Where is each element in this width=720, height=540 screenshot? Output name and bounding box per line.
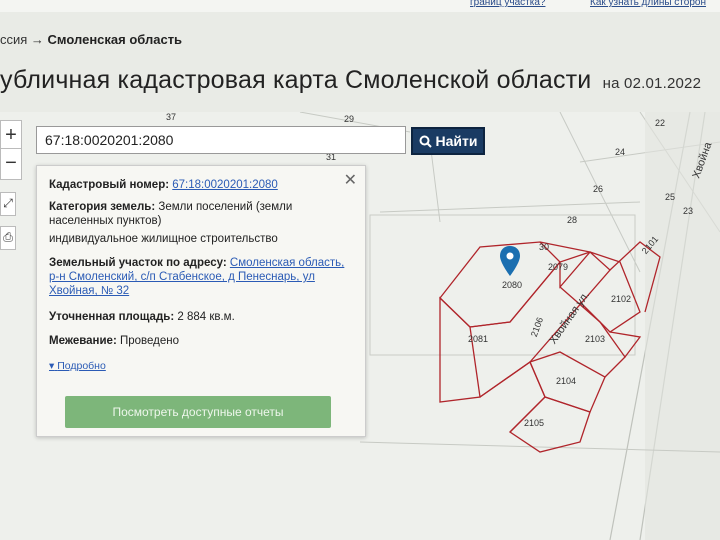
breadcrumb-prefix[interactable]: ссия → (0, 32, 44, 47)
search-icon (419, 135, 432, 148)
land-use-value: индивидуальное жилищное строительство (49, 233, 278, 245)
land-category-label: Категория земель: (49, 201, 156, 213)
plot-label-2079: 2079 (548, 262, 569, 272)
search-input[interactable]: 67:18:0020201:2080 (36, 126, 406, 154)
page-title-text: убличная кадастровая карта Смоленской об… (0, 66, 592, 94)
plot-label-2081: 2081 (468, 334, 489, 344)
print-icon[interactable]: ⎙ (0, 226, 16, 250)
parcel-boundaries (439, 241, 661, 453)
area-row: Уточненная площадь: 2 884 кв.м. (49, 310, 349, 324)
location-pin-icon[interactable] (500, 246, 520, 276)
measure-tool-icon[interactable]: ⤢ (0, 192, 16, 216)
cadastral-number-link[interactable]: 67:18:0020201:2080 (172, 179, 278, 191)
top-links-bar: границ участка? Как узнать длины сторон (0, 0, 720, 12)
parcel-info-popup: ✕ Кадастровый номер: 67:18:0020201:2080 … (36, 165, 366, 437)
link-side-lengths[interactable]: Как узнать длины сторон (590, 0, 706, 8)
address-label: Земельный участок по адресу: (49, 257, 227, 269)
search-button[interactable]: Найти (411, 127, 485, 155)
survey-label: Межевание: (49, 335, 117, 347)
plot-label-37: 37 (166, 112, 177, 122)
breadcrumb-current: Смоленская область (47, 32, 183, 47)
cadastral-number-label: Кадастровый номер: (49, 179, 170, 191)
plot-label-2105: 2105 (524, 418, 545, 428)
page-title: убличная кадастровая карта Смоленской об… (0, 66, 701, 95)
address-row: Земельный участок по адресу: Смоленская … (49, 256, 349, 298)
plot-label-2102: 2102 (611, 294, 632, 304)
plot-label-26: 26 (593, 184, 604, 194)
plot-label-29: 29 (344, 114, 355, 124)
plot-label-2104: 2104 (556, 376, 577, 386)
area-label: Уточненная площадь: (49, 311, 175, 323)
details-link-label: Подробно (57, 360, 106, 372)
plot-label-22: 22 (655, 118, 666, 128)
plot-label-24: 24 (615, 147, 626, 157)
link-parcel-boundaries[interactable]: границ участка? (470, 0, 545, 8)
plot-label-2080[interactable]: 2080 (502, 280, 522, 290)
zoom-out-button[interactable]: − (0, 148, 22, 180)
plot-label-30: 30 (539, 242, 550, 252)
chevron-down-icon: ▾ (49, 360, 55, 372)
page-title-date: на 02.01.2022 (602, 75, 702, 92)
plot-label-2103: 2103 (585, 334, 606, 344)
details-link[interactable]: ▾ Подробно (49, 360, 106, 372)
cadastral-number-row: Кадастровый номер: 67:18:0020201:2080 (49, 178, 349, 192)
plot-label-25: 25 (665, 192, 676, 202)
view-reports-button[interactable]: Посмотреть доступные отчеты (65, 396, 331, 428)
search-button-label: Найти (435, 133, 478, 149)
plot-label-28: 28 (567, 215, 578, 225)
survey-value: Проведено (119, 335, 180, 347)
breadcrumb: ссия → Смоленская область (0, 32, 182, 47)
plot-label-23: 23 (683, 206, 694, 216)
survey-row: Межевание: Проведено (49, 334, 349, 348)
land-category-row: Категория земель: Земли поселений (земли… (49, 200, 349, 228)
area-value: 2 884 кв.м. (177, 311, 235, 323)
